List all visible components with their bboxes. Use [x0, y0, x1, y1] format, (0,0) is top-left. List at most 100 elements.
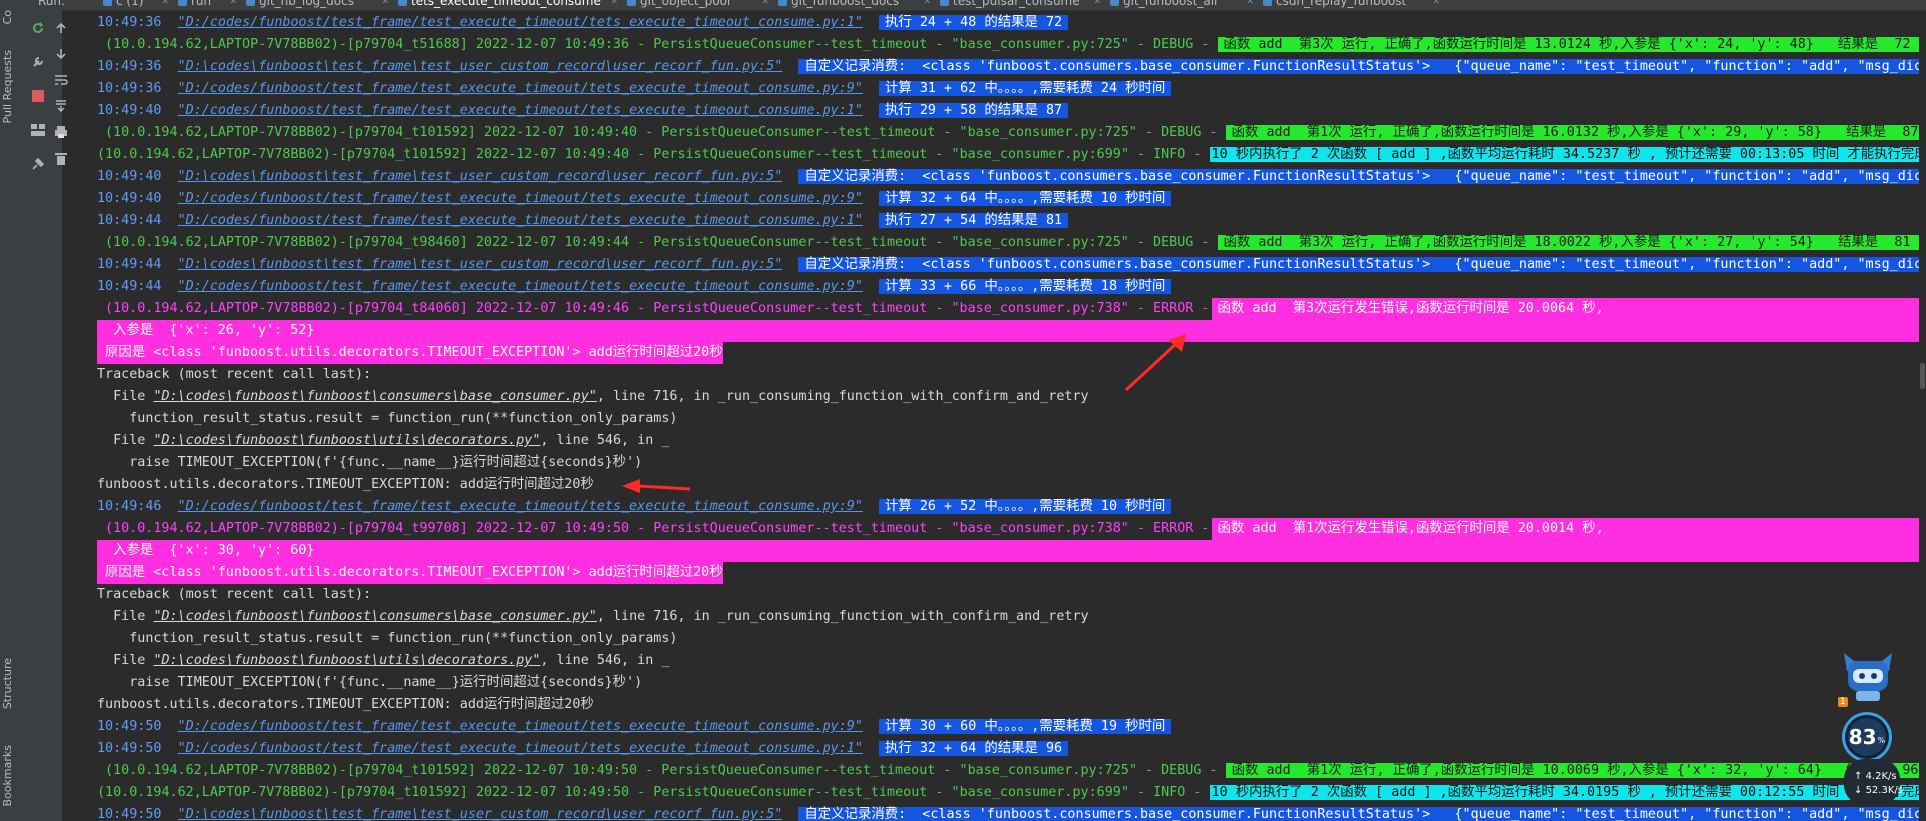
close-icon[interactable]: ×	[1433, 0, 1440, 7]
close-icon[interactable]: ×	[924, 0, 931, 7]
source-file-link[interactable]: "D:/codes/funboost/test_frame/test_execu…	[178, 213, 863, 228]
scroll-up-icon[interactable]	[50, 18, 72, 38]
traceback-file-line: File "D:\codes\funboost\funboost\consume…	[97, 606, 1089, 628]
source-file-link[interactable]: "D:/codes/funboost/test_frame/test_execu…	[178, 81, 863, 96]
log-timestamp: 10:49:44	[97, 279, 162, 294]
close-icon[interactable]: ×	[162, 0, 169, 7]
log-timestamp: 10:49:40	[97, 191, 162, 206]
source-file-link[interactable]: "D:/codes/funboost/test_frame/test_execu…	[178, 499, 863, 514]
log-message-highlight: 函数 add 第1次运行发生错误,函数运行时间是 20.0014 秒,	[1217, 521, 1604, 536]
log-line-debug: (10.0.194.62,LAPTOP-7V78BB02)-[p79704_t1…	[105, 122, 1926, 144]
close-icon[interactable]: ×	[611, 0, 618, 7]
tab-run[interactable]: run	[178, 0, 211, 10]
run-toolbar	[17, 10, 68, 821]
error-detail-text: 入参是 {'x': 30, 'y': 60}	[105, 543, 315, 558]
source-file-link[interactable]: "D:/codes/funboost/test_frame/test_execu…	[178, 279, 863, 294]
traceback-text: File	[97, 389, 154, 404]
log-timestamp: 10:49:44	[97, 257, 162, 272]
close-icon[interactable]: ×	[230, 0, 237, 7]
wrench-icon[interactable]	[27, 52, 49, 72]
source-file-link[interactable]: "D:/codes/funboost/test_frame/test_execu…	[178, 103, 863, 118]
print-icon[interactable]	[50, 122, 72, 142]
log-message-highlight: 函数 add 第3次运行发生错误,函数运行时间是 20.0064 秒,	[1217, 301, 1604, 316]
source-file-link[interactable]: "D:\codes\funboost\test_frame\test_user_…	[178, 257, 783, 272]
traceback-line: Traceback (most recent call last):	[97, 364, 371, 386]
log-line-print: 10:49:44 "D:\codes\funboost\test_frame\t…	[97, 254, 1926, 276]
pin-icon[interactable]	[27, 154, 49, 174]
left-tool-strip: Co Pull Requests Structure Bookmarks	[0, 10, 18, 821]
scrollbar-thumb[interactable]	[1920, 363, 1925, 389]
log-timestamp: 10:49:36	[97, 81, 162, 96]
close-icon[interactable]: ×	[762, 0, 769, 7]
traceback-file-link[interactable]: "D:\codes\funboost\funboost\utils\decora…	[153, 653, 540, 668]
source-file-link[interactable]: "D:/codes/funboost/test_frame/test_execu…	[178, 719, 863, 734]
tab-git-funboost-all[interactable]: git_funboost_all	[1110, 0, 1217, 10]
system-monitor-widget[interactable]: 1 83 % ↑ 4.2K/s ↓ 52.3K/s	[1838, 645, 1918, 815]
side-tab-pull-requests[interactable]: Pull Requests	[1, 50, 14, 123]
traceback-text: , line 546, in _	[540, 433, 670, 448]
side-tab-commit[interactable]: Co	[1, 10, 14, 24]
tab-git-object-pool[interactable]: git_object_pool	[627, 0, 730, 10]
traceback-line: function_result_status.result = function…	[97, 628, 677, 650]
source-file-link[interactable]: "D:/codes/funboost/test_frame/test_execu…	[178, 191, 863, 206]
python-file-icon	[178, 0, 187, 6]
upload-speed-value: 4.2K/s	[1865, 771, 1897, 782]
python-file-icon	[1110, 0, 1119, 6]
log-line-error-detail: 原因是 <class 'funboost.utils.decorators.TI…	[97, 562, 723, 584]
traceback-file-link[interactable]: "D:\codes\funboost\funboost\consumers\ba…	[153, 609, 596, 624]
scroll-to-end-icon[interactable]	[50, 96, 72, 116]
error-detail-text: 原因是 <class 'funboost.utils.decorators.TI…	[105, 345, 723, 360]
scroll-down-icon[interactable]	[50, 44, 72, 64]
traceback-text: , line 716, in _run_consuming_function_w…	[596, 389, 1089, 404]
rerun-icon[interactable]	[27, 18, 49, 38]
trash-icon[interactable]	[50, 148, 72, 168]
layout-icon[interactable]	[27, 120, 49, 140]
close-icon[interactable]: ×	[1247, 0, 1254, 7]
tab-tets-execute-timeout-consume[interactable]: tets_execute_timeout_consume	[398, 0, 601, 10]
python-file-icon	[778, 0, 787, 6]
log-line-error: (10.0.194.62,LAPTOP-7V78BB02)-[p79704_t9…	[105, 518, 1604, 540]
side-tab-bookmarks[interactable]: Bookmarks	[1, 745, 14, 806]
error-detail-text: 原因是 <class 'funboost.utils.decorators.TI…	[105, 565, 723, 580]
log-line-print: 10:49:40 "D:/codes/funboost/test_frame/t…	[97, 100, 1069, 122]
log-line-print: 10:49:40 "D:/codes/funboost/test_frame/t…	[97, 188, 1172, 210]
traceback-file-link[interactable]: "D:\codes\funboost\funboost\consumers\ba…	[153, 389, 596, 404]
close-icon[interactable]: ×	[1094, 0, 1101, 7]
traceback-file-link[interactable]: "D:\codes\funboost\funboost\utils\decora…	[153, 433, 540, 448]
python-file-icon	[246, 0, 255, 6]
tab-csdn-replay-funboost[interactable]: csdn_replay_funboost	[1263, 0, 1406, 10]
soft-wrap-icon[interactable]	[50, 70, 72, 90]
tab-label: csdn_replay_funboost	[1276, 0, 1407, 8]
tab-c-1[interactable]: c (1)	[103, 0, 143, 10]
log-message-highlight: 10 秒内执行了 2 次函数 [ add ] ,函数平均运行耗时 34.0195…	[1209, 785, 1926, 800]
side-tab-structure[interactable]: Structure	[1, 658, 14, 709]
log-line-print: 10:49:50 "D:\codes\funboost\test_frame\t…	[97, 804, 1926, 821]
python-file-icon	[1263, 0, 1272, 6]
tab-test-pulsar-consume[interactable]: test_pulsar_consume	[940, 0, 1080, 10]
source-file-link[interactable]: "D:\codes\funboost\test_frame\test_user_…	[178, 59, 783, 74]
log-header: (10.0.194.62,LAPTOP-7V78BB02)-[p79704_t8…	[105, 301, 1218, 316]
error-highlight-band	[97, 320, 1926, 342]
python-file-icon	[398, 0, 407, 6]
close-icon[interactable]: ×	[382, 0, 389, 7]
tab-git-nb-log-docs[interactable]: git_nb_log_docs	[246, 0, 354, 10]
tab-git-funboost-docs[interactable]: git_funboost_docs	[778, 0, 899, 10]
stop-icon[interactable]	[27, 86, 49, 106]
log-line-print: 10:49:44 "D:/codes/funboost/test_frame/t…	[97, 276, 1172, 298]
traceback-line: funboost.utils.decorators.TIMEOUT_EXCEPT…	[97, 694, 594, 716]
error-detail-text: 入参是 {'x': 26, 'y': 52}	[105, 323, 315, 338]
source-file-link[interactable]: "D:\codes\funboost\test_frame\test_user_…	[178, 807, 783, 821]
source-file-link[interactable]: "D:/codes/funboost/test_frame/test_execu…	[178, 15, 863, 30]
network-speed-panel: ↑ 4.2K/s ↓ 52.3K/s	[1844, 759, 1903, 805]
console-output[interactable]: 10:49:36 "D:/codes/funboost/test_frame/t…	[97, 12, 1926, 821]
traceback-file-line: File "D:\codes\funboost\funboost\consume…	[97, 386, 1089, 408]
traceback-text: File	[97, 609, 154, 624]
log-message-highlight: 自定义记录消费: <class 'funboost.consumers.base…	[798, 257, 1926, 272]
log-message-highlight: 函数 add 第1次 运行, 正确了,函数运行时间是 16.0132 秒,入参是…	[1225, 125, 1926, 140]
log-timestamp: 10:49:44	[97, 213, 162, 228]
source-file-link[interactable]: "D:\codes\funboost\test_frame\test_user_…	[178, 169, 783, 184]
console-scrollbar[interactable]	[1919, 12, 1926, 821]
log-line-error-detail: 入参是 {'x': 26, 'y': 52}	[97, 320, 314, 342]
source-file-link[interactable]: "D:/codes/funboost/test_frame/test_execu…	[178, 741, 863, 756]
tab-label: git_object_pool	[640, 0, 731, 8]
